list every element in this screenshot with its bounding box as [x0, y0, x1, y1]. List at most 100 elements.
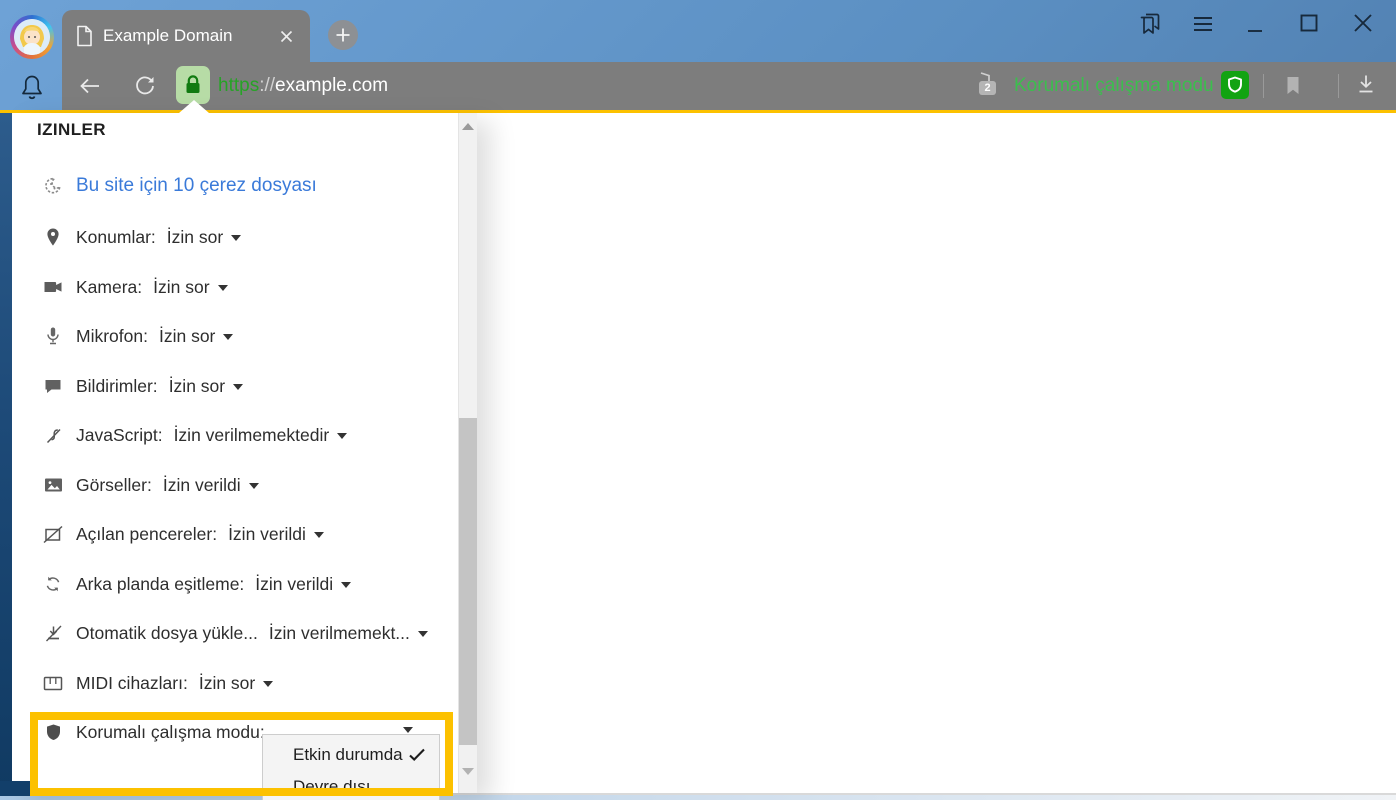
minimize-button[interactable]	[1246, 12, 1264, 34]
menu-hamburger-icon[interactable]	[1192, 14, 1214, 34]
chevron-down-icon[interactable]	[314, 532, 324, 538]
permission-row-microphone[interactable]: Mikrofon: İzin sor	[12, 323, 472, 349]
location-icon	[42, 227, 64, 247]
images-icon	[42, 477, 64, 493]
permission-row-midi[interactable]: MIDI cihazları: İzin sor	[12, 670, 472, 696]
chevron-down-icon[interactable]	[337, 433, 347, 439]
chevron-down-icon[interactable]	[231, 235, 241, 241]
permission-label: Otomatik dosya yükle...	[76, 623, 258, 644]
chevron-down-icon[interactable]	[233, 384, 243, 390]
toolbar-divider	[1263, 74, 1264, 98]
permission-row-notifications[interactable]: Bildirimler: İzin sor	[12, 373, 472, 399]
protect-mode-dropdown: Etkin durumda Devre dışı	[262, 734, 440, 800]
permission-label: Korumalı çalışma modu:	[76, 722, 265, 743]
url-text[interactable]: https://example.com	[218, 62, 388, 110]
download-blocked-icon	[42, 624, 64, 643]
microphone-icon	[42, 326, 64, 346]
cookie-icon	[42, 176, 64, 196]
protect-shield-icon[interactable]	[1221, 71, 1249, 99]
permission-value[interactable]: İzin sor	[169, 376, 225, 397]
reload-icon[interactable]	[133, 74, 157, 98]
permission-value[interactable]: İzin verildi	[163, 475, 241, 496]
shield-icon	[42, 723, 64, 742]
browser-window: Example Domain	[0, 0, 1396, 800]
url-scheme: https	[218, 75, 259, 97]
permission-label: Kamera:	[76, 277, 142, 298]
chevron-down-icon[interactable]	[218, 285, 228, 291]
permission-value[interactable]: İzin verildi	[255, 574, 333, 595]
extensions-shield-icon[interactable]: 2	[967, 69, 999, 101]
permission-label: Konumlar:	[76, 227, 156, 248]
camera-icon	[42, 279, 64, 295]
extension-count-badge: 2	[979, 81, 996, 95]
permission-row-images[interactable]: Görseller: İzin verildi	[12, 472, 472, 498]
bookmark-flag-icon[interactable]	[1283, 74, 1303, 98]
permission-row-background-sync[interactable]: Arka planda eşitleme: İzin verildi	[12, 571, 472, 597]
permission-row-popups[interactable]: Açılan pencereler: İzin verildi	[12, 521, 472, 547]
window-bottom-edge	[0, 793, 1396, 795]
permission-row-auto-downloads[interactable]: Otomatik dosya yükle... İzin verilmemekt…	[12, 620, 472, 646]
background-sync-icon	[42, 575, 64, 593]
popup-blocked-icon	[42, 525, 64, 544]
permission-label: JavaScript:	[76, 425, 163, 446]
chevron-down-icon[interactable]	[223, 334, 233, 340]
scroll-down-icon[interactable]	[462, 768, 474, 775]
back-icon[interactable]	[78, 75, 102, 97]
permission-row-camera[interactable]: Kamera: İzin sor	[12, 274, 472, 300]
browser-tab[interactable]: Example Domain	[62, 10, 310, 62]
tab-close-icon[interactable]	[279, 29, 294, 44]
cookies-link-row[interactable]: Bu site için 10 çerez dosyası	[42, 173, 317, 199]
panel-title: IZINLER	[37, 120, 106, 140]
midi-piano-icon	[42, 675, 64, 692]
permission-label: Görseller:	[76, 475, 152, 496]
permission-row-locations[interactable]: Konumlar: İzin sor	[12, 224, 472, 250]
chevron-down-icon[interactable]	[418, 631, 428, 637]
url-host: example.com	[275, 75, 388, 97]
permission-value[interactable]: İzin sor	[159, 326, 215, 347]
permission-label: Mikrofon:	[76, 326, 148, 347]
scrollbar-thumb[interactable]	[459, 418, 477, 745]
chevron-down-icon[interactable]	[403, 727, 413, 733]
javascript-blocked-icon	[42, 426, 64, 445]
chevron-down-icon[interactable]	[263, 681, 273, 687]
permission-value[interactable]: İzin verilmemektedir	[174, 425, 330, 446]
avatar-image	[14, 19, 50, 55]
secure-lock-icon[interactable]	[176, 66, 210, 104]
dropdown-option-enabled[interactable]: Etkin durumda	[263, 741, 439, 769]
wallpaper-corner-edge	[0, 781, 32, 796]
tab-title: Example Domain	[103, 26, 279, 46]
permission-row-javascript[interactable]: JavaScript: İzin verilmemektedir	[12, 422, 472, 448]
plus-icon	[335, 27, 351, 43]
new-tab-button[interactable]	[328, 20, 358, 50]
permission-label: MIDI cihazları:	[76, 673, 188, 694]
downloads-icon[interactable]	[1354, 72, 1378, 98]
page-icon	[75, 25, 93, 47]
close-button[interactable]	[1352, 12, 1374, 34]
notification-bubble-icon	[42, 378, 64, 395]
permission-value[interactable]: İzin sor	[199, 673, 255, 694]
cookies-link[interactable]: Bu site için 10 çerez dosyası	[76, 175, 317, 197]
site-permissions-panel: IZINLER Bu site için 10 çerez dosyası Ko…	[12, 113, 477, 793]
permission-value[interactable]: İzin verildi	[228, 524, 306, 545]
dropdown-option-disabled[interactable]: Devre dışı	[263, 773, 439, 800]
panel-scrollbar[interactable]	[458, 113, 477, 793]
collections-panels-icon[interactable]	[1136, 11, 1164, 37]
option-label: Etkin durumda	[293, 745, 408, 765]
notifications-bell-icon[interactable]	[18, 73, 46, 103]
scroll-up-icon[interactable]	[462, 123, 474, 130]
panel-callout-arrow	[179, 100, 209, 113]
check-icon	[408, 748, 426, 762]
profile-avatar[interactable]	[10, 15, 54, 59]
permission-label: Bildirimler:	[76, 376, 158, 397]
chevron-down-icon[interactable]	[341, 582, 351, 588]
permission-label: Açılan pencereler:	[76, 524, 217, 545]
protect-mode-label[interactable]: Korumalı çalışma modu	[1014, 62, 1214, 110]
permission-value[interactable]: İzin sor	[167, 227, 223, 248]
wallpaper-left-edge	[0, 113, 12, 796]
chevron-down-icon[interactable]	[249, 483, 259, 489]
toolbar-divider	[1338, 74, 1339, 98]
permission-value[interactable]: İzin sor	[153, 277, 209, 298]
permission-value[interactable]: İzin verilmemekt...	[269, 623, 410, 644]
maximize-button[interactable]	[1299, 13, 1319, 33]
desktop-wallpaper-strip	[0, 795, 1396, 800]
